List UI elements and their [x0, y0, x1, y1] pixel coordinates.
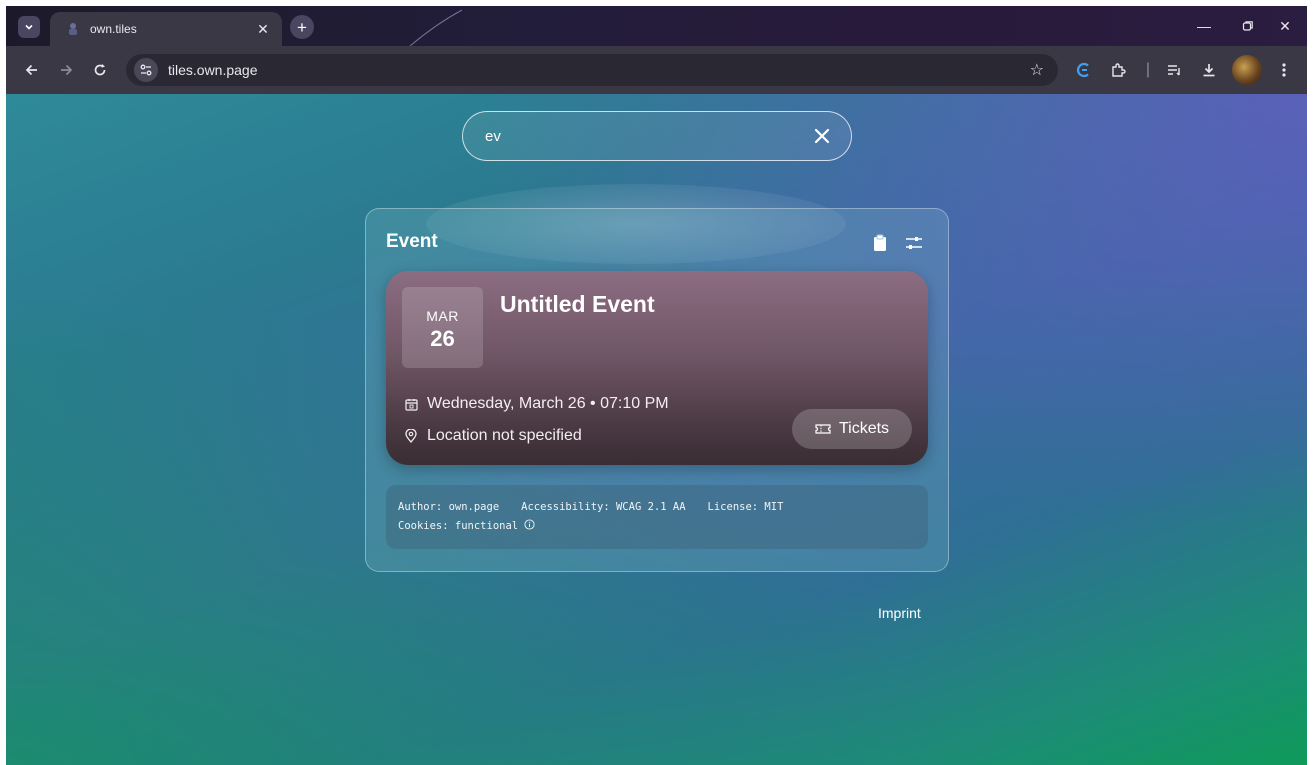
event-datetime: Wednesday, March 26 • 07:10 PM	[427, 395, 669, 412]
event-location: Location not specified	[427, 427, 582, 444]
location-pin-icon	[404, 429, 418, 443]
meta-cookies: Cookies: functional	[398, 520, 519, 532]
event-tile: Event MAR 26 Untitled Event Wednesday, M…	[365, 208, 949, 572]
reload-icon	[94, 64, 106, 76]
decorative-streak	[409, 9, 463, 46]
restore-icon	[1242, 21, 1253, 31]
url-text: tiles.own.page	[168, 62, 258, 78]
close-icon	[814, 128, 830, 144]
settings-sliders-icon[interactable]	[904, 233, 924, 253]
event-title: Untitled Event	[500, 291, 655, 317]
profile-avatar[interactable]	[1232, 55, 1262, 85]
address-bar[interactable]: tiles.own.page ☆	[126, 54, 1058, 86]
chevron-down-icon	[25, 24, 33, 30]
forward-button[interactable]	[54, 58, 78, 82]
reading-list-icon[interactable]	[1162, 58, 1186, 82]
menu-kebab-icon[interactable]	[1272, 58, 1296, 82]
download-icon[interactable]	[1197, 58, 1221, 82]
new-tab-button[interactable]: +	[290, 15, 314, 39]
event-month: MAR	[426, 307, 459, 324]
event-day: 26	[430, 325, 455, 351]
toolbar-divider: |	[1145, 61, 1151, 78]
event-card[interactable]: MAR 26 Untitled Event Wednesday, March 2…	[386, 271, 928, 465]
arrow-right-icon	[61, 64, 73, 76]
imprint-link[interactable]: Imprint	[878, 605, 921, 621]
search-input[interactable]	[485, 127, 809, 145]
tab-close-icon[interactable]: ✕	[254, 21, 272, 38]
ticket-icon	[815, 424, 831, 434]
tickets-label: Tickets	[838, 420, 890, 437]
tune-icon	[140, 64, 152, 76]
tile-metadata: Author: own.page Accessibility: WCAG 2.1…	[386, 485, 928, 549]
tab-strip: own.tiles ✕ + — ✕	[6, 6, 1307, 46]
info-icon[interactable]	[524, 519, 535, 533]
search-box[interactable]	[462, 111, 852, 161]
tab-own-tiles[interactable]: own.tiles ✕	[50, 12, 282, 46]
event-datetime-row: Wednesday, March 26 • 07:10 PM	[404, 395, 669, 413]
extensions-puzzle-icon[interactable]	[1106, 58, 1130, 82]
favicon-icon	[66, 22, 80, 36]
bookmark-star-icon[interactable]: ☆	[1030, 60, 1044, 80]
meta-author: Author: own.page	[398, 501, 500, 513]
tab-search-button[interactable]	[18, 16, 40, 38]
reload-button[interactable]	[88, 58, 112, 82]
browser-toolbar: tiles.own.page ☆ |	[6, 46, 1307, 94]
close-window-button[interactable]: ✕	[1270, 14, 1300, 38]
tab-title: own.tiles	[90, 22, 137, 36]
meta-license: License: MIT	[707, 501, 784, 513]
arrow-left-icon	[25, 64, 37, 76]
page-background: Event MAR 26 Untitled Event Wednesday, M…	[6, 94, 1307, 765]
extension-c-icon[interactable]	[1072, 58, 1096, 82]
event-location-row: Location not specified	[404, 427, 582, 445]
clipboard-icon[interactable]	[870, 233, 890, 253]
date-badge: MAR 26	[402, 287, 483, 368]
meta-accessibility: Accessibility: WCAG 2.1 AA	[521, 501, 686, 513]
calendar-icon	[404, 397, 418, 411]
restore-button[interactable]	[1233, 14, 1263, 38]
browser-window: own.tiles ✕ + — ✕ tiles.own.page ☆ |	[6, 6, 1307, 94]
tile-title: Event	[386, 231, 438, 252]
tile-actions	[870, 233, 924, 253]
tickets-button[interactable]: Tickets	[792, 409, 912, 449]
back-button[interactable]	[20, 58, 44, 82]
minimize-button[interactable]: —	[1189, 14, 1219, 38]
site-info-button[interactable]	[134, 58, 158, 82]
clear-search-button[interactable]	[809, 123, 835, 149]
